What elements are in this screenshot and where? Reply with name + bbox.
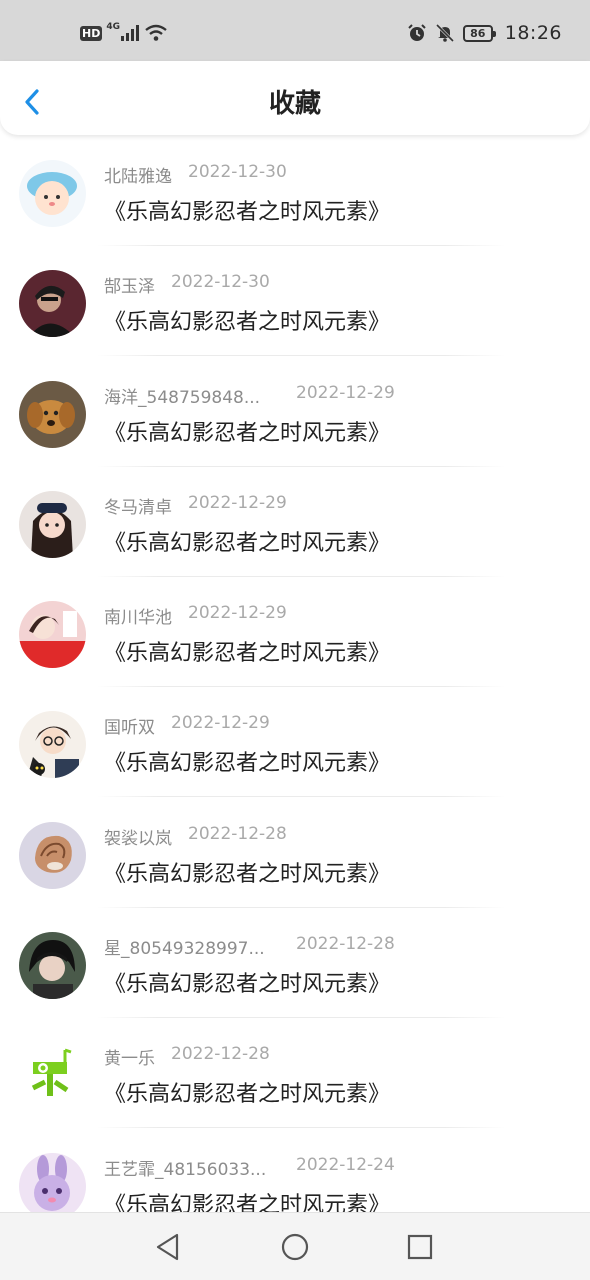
user-name[interactable]: 袈裟以岚 bbox=[104, 824, 172, 849]
alarm-icon bbox=[408, 24, 426, 41]
avatar[interactable] bbox=[19, 1042, 86, 1110]
book-title[interactable]: 《乐高幻影忍者之时风元素》 bbox=[104, 856, 390, 888]
user-line: 冬马清卓 2022-12-29 bbox=[104, 493, 287, 518]
avatar[interactable] bbox=[19, 270, 86, 338]
divider bbox=[96, 1017, 506, 1019]
favorite-date: 2022-12-30 bbox=[188, 162, 287, 182]
status-time: 18:26 bbox=[504, 22, 562, 44]
book-title[interactable]: 《乐高幻影忍者之时风元素》 bbox=[104, 415, 390, 447]
user-line: 黄一乐 2022-12-28 bbox=[104, 1044, 270, 1069]
page-title: 收藏 bbox=[268, 89, 321, 119]
divider bbox=[96, 686, 506, 688]
network-type: 4G bbox=[106, 22, 120, 32]
divider bbox=[96, 796, 506, 798]
nav-home-button[interactable] bbox=[277, 1229, 313, 1265]
list-item[interactable]: 北陆雅逸 2022-12-30 《乐高幻影忍者之时风元素》 bbox=[0, 138, 590, 248]
list-item[interactable]: 郜玉泽 2022-12-30 《乐高幻影忍者之时风元素》 bbox=[0, 248, 590, 358]
book-title[interactable]: 《乐高幻影忍者之时风元素》 bbox=[104, 635, 390, 667]
mute-bell-icon bbox=[435, 23, 454, 43]
book-title[interactable]: 《乐高幻影忍者之时风元素》 bbox=[104, 745, 390, 777]
home-circle-icon bbox=[281, 1233, 309, 1261]
avatar[interactable] bbox=[19, 380, 86, 448]
book-title[interactable]: 《乐高幻影忍者之时风元素》 bbox=[104, 966, 390, 998]
divider bbox=[96, 355, 506, 357]
status-right: 86 18:26 bbox=[407, 22, 562, 44]
favorite-date: 2022-12-24 bbox=[296, 1154, 395, 1175]
avatar[interactable] bbox=[19, 601, 86, 669]
book-title[interactable]: 《乐高幻影忍者之时风元素》 bbox=[104, 525, 390, 557]
user-line: 王艺霏_48156033... 2022-12-24 bbox=[104, 1155, 395, 1180]
favorite-date: 2022-12-29 bbox=[188, 492, 287, 513]
favorite-date: 2022-12-29 bbox=[188, 603, 287, 624]
battery-icon: 86 bbox=[462, 24, 496, 42]
status-bar: HD 4G 86 18:26 bbox=[0, 0, 590, 61]
avatar[interactable] bbox=[19, 1152, 86, 1220]
system-nav-bar bbox=[0, 1212, 590, 1280]
user-line: 北陆雅逸 2022-12-30 bbox=[104, 162, 287, 187]
list-item[interactable]: 星_80549328997... 2022-12-28 《乐高幻影忍者之时风元素… bbox=[0, 910, 590, 1020]
favorite-date: 2022-12-29 bbox=[171, 713, 270, 734]
user-line: 星_80549328997... 2022-12-28 bbox=[104, 934, 395, 959]
list-item[interactable]: 袈裟以岚 2022-12-28 《乐高幻影忍者之时风元素》 bbox=[0, 800, 590, 910]
user-name[interactable]: 黄一乐 bbox=[104, 1044, 155, 1069]
book-title[interactable]: 《乐高幻影忍者之时风元素》 bbox=[104, 304, 390, 336]
favorite-date: 2022-12-29 bbox=[296, 382, 395, 403]
user-name[interactable]: 海洋_548759848... bbox=[104, 383, 280, 408]
back-triangle-icon bbox=[156, 1233, 179, 1261]
divider bbox=[96, 906, 506, 908]
status-left: HD 4G bbox=[80, 22, 168, 42]
favorite-date: 2022-12-30 bbox=[171, 272, 270, 293]
divider bbox=[96, 1127, 506, 1129]
user-name[interactable]: 冬马清卓 bbox=[104, 493, 172, 518]
avatar[interactable] bbox=[19, 160, 86, 227]
book-title[interactable]: 《乐高幻影忍者之时风元素》 bbox=[104, 1076, 390, 1108]
recents-square-icon bbox=[407, 1234, 433, 1260]
divider bbox=[96, 245, 506, 246]
divider bbox=[96, 465, 506, 467]
divider bbox=[96, 575, 506, 577]
user-line: 国听双 2022-12-29 bbox=[104, 713, 270, 738]
favorite-date: 2022-12-28 bbox=[296, 934, 395, 955]
user-name[interactable]: 王艺霏_48156033... bbox=[104, 1155, 280, 1180]
wifi-icon bbox=[145, 24, 167, 41]
user-name[interactable]: 国听双 bbox=[104, 713, 155, 738]
nav-back-button[interactable] bbox=[150, 1229, 186, 1265]
list-item[interactable]: 黄一乐 2022-12-28 《乐高幻影忍者之时风元素》 bbox=[0, 1020, 590, 1130]
nav-recents-button[interactable] bbox=[402, 1229, 438, 1265]
user-name[interactable]: 南川华池 bbox=[104, 603, 172, 628]
favorite-date: 2022-12-28 bbox=[188, 823, 287, 844]
app-header: 收藏 bbox=[0, 61, 590, 135]
user-line: 海洋_548759848... 2022-12-29 bbox=[104, 383, 395, 408]
favorites-list: 北陆雅逸 2022-12-30 《乐高幻影忍者之时风元素》 郜玉泽 2022-1… bbox=[0, 138, 590, 1241]
user-name[interactable]: 北陆雅逸 bbox=[104, 162, 172, 187]
book-title[interactable]: 《乐高幻影忍者之时风元素》 bbox=[104, 194, 390, 226]
user-line: 袈裟以岚 2022-12-28 bbox=[104, 824, 287, 849]
hd-badge: HD bbox=[80, 25, 103, 41]
list-item[interactable]: 南川华池 2022-12-29 《乐高幻影忍者之时风元素》 bbox=[0, 579, 590, 689]
user-line: 南川华池 2022-12-29 bbox=[104, 603, 287, 628]
user-line: 郜玉泽 2022-12-30 bbox=[104, 272, 270, 297]
avatar[interactable] bbox=[19, 932, 86, 1000]
avatar[interactable] bbox=[19, 711, 86, 779]
avatar[interactable] bbox=[19, 821, 86, 889]
signal-icon bbox=[121, 25, 139, 41]
avatar[interactable] bbox=[19, 490, 86, 558]
user-name[interactable]: 星_80549328997... bbox=[104, 934, 280, 959]
list-item[interactable]: 海洋_548759848... 2022-12-29 《乐高幻影忍者之时风元素》 bbox=[0, 359, 590, 469]
user-name[interactable]: 郜玉泽 bbox=[104, 272, 155, 297]
favorite-date: 2022-12-28 bbox=[171, 1044, 270, 1065]
list-item[interactable]: 冬马清卓 2022-12-29 《乐高幻影忍者之时风元素》 bbox=[0, 469, 590, 579]
list-item[interactable]: 国听双 2022-12-29 《乐高幻影忍者之时风元素》 bbox=[0, 689, 590, 799]
